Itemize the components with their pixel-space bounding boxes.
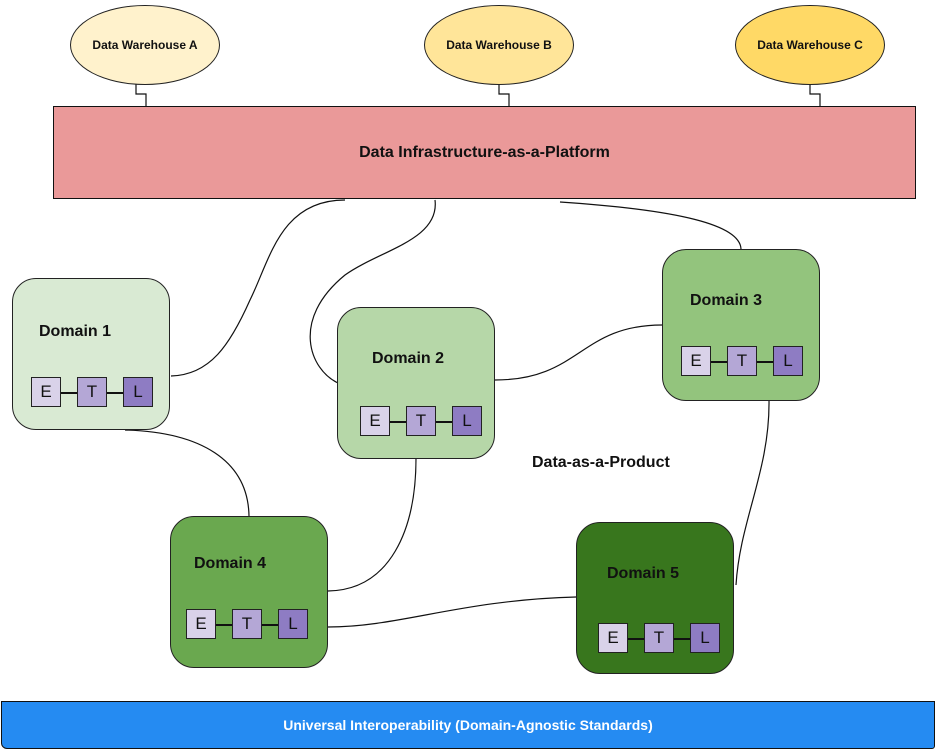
etl-link: [262, 624, 278, 626]
etl-transform-box[interactable]: T: [727, 346, 757, 376]
etl-link: [390, 421, 406, 423]
data-warehouse-a[interactable]: Data Warehouse A: [70, 5, 220, 85]
domain-5-title: Domain 5: [607, 565, 680, 582]
etl-extract-box[interactable]: E: [31, 377, 61, 407]
etl-transform-box[interactable]: T: [77, 377, 107, 407]
etl-pipeline: E T L: [598, 623, 720, 655]
etl-extract-box[interactable]: E: [598, 623, 628, 653]
connector-domain4-domain5: [327, 596, 577, 628]
etl-link: [628, 638, 644, 640]
etl-link: [757, 361, 773, 363]
etl-link: [436, 421, 452, 423]
connector-domain3-domain5: [735, 399, 770, 586]
universal-interoperability-bar[interactable]: Universal Interoperability (Domain-Agnos…: [1, 701, 935, 749]
etl-pipeline: E T L: [31, 377, 153, 409]
etl-extract-box[interactable]: E: [186, 609, 216, 639]
etl-load-box[interactable]: L: [278, 609, 308, 639]
data-infrastructure-platform[interactable]: Data Infrastructure-as-a-Platform: [53, 106, 916, 199]
etl-pipeline: E T L: [681, 346, 803, 378]
etl-load-box[interactable]: L: [690, 623, 720, 653]
platform-label: Data Infrastructure-as-a-Platform: [359, 143, 610, 161]
domain-2-title: Domain 2: [372, 350, 445, 367]
data-warehouse-b-label: Data Warehouse B: [446, 38, 552, 52]
etl-load-box[interactable]: L: [123, 377, 153, 407]
etl-link: [216, 624, 232, 626]
etl-extract-box[interactable]: E: [681, 346, 711, 376]
etl-link: [711, 361, 727, 363]
connector-warehouse-b-platform: [498, 83, 510, 106]
etl-extract-box[interactable]: E: [360, 406, 390, 436]
data-as-a-product-label: Data-as-a-Product: [532, 454, 670, 471]
connector-warehouse-a-platform: [135, 83, 147, 106]
etl-pipeline: E T L: [186, 609, 308, 641]
domain-2[interactable]: Domain 2 E T L: [337, 307, 495, 459]
data-warehouse-c-label: Data Warehouse C: [757, 38, 863, 52]
etl-link: [107, 392, 123, 394]
connector-platform-domain3: [559, 201, 742, 250]
domain-1[interactable]: Domain 1 E T L: [12, 278, 170, 430]
etl-load-box[interactable]: L: [773, 346, 803, 376]
data-warehouse-c[interactable]: Data Warehouse C: [735, 5, 885, 85]
etl-transform-box[interactable]: T: [406, 406, 436, 436]
etl-transform-box[interactable]: T: [644, 623, 674, 653]
interop-label: Universal Interoperability (Domain-Agnos…: [283, 717, 653, 733]
connector-domain1-domain4: [124, 429, 250, 517]
etl-pipeline: E T L: [360, 406, 482, 438]
etl-link: [61, 392, 77, 394]
etl-transform-box[interactable]: T: [232, 609, 262, 639]
connector-platform-domain1: [170, 199, 346, 377]
connector-domain2-domain3: [494, 324, 663, 381]
domain-4-title: Domain 4: [194, 555, 267, 572]
domain-3-title: Domain 3: [690, 292, 763, 309]
data-warehouse-a-label: Data Warehouse A: [92, 38, 198, 52]
data-warehouse-b[interactable]: Data Warehouse B: [424, 5, 574, 85]
etl-load-box[interactable]: L: [452, 406, 482, 436]
domain-3[interactable]: Domain 3 E T L: [662, 249, 820, 401]
etl-link: [674, 638, 690, 640]
domain-4[interactable]: Domain 4 E T L: [170, 516, 328, 668]
domain-1-title: Domain 1: [39, 323, 112, 340]
domain-5[interactable]: Domain 5 E T L: [576, 522, 734, 674]
connector-warehouse-c-platform: [809, 83, 821, 106]
connector-domain2-domain4: [327, 457, 417, 592]
